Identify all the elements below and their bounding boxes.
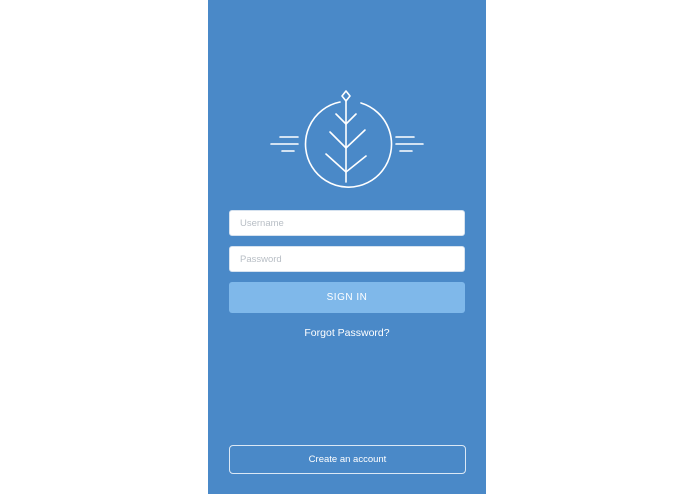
username-input[interactable] <box>229 210 465 236</box>
password-input[interactable] <box>229 246 465 272</box>
create-account-button[interactable]: Create an account <box>229 445 466 474</box>
login-screen: SIGN IN Forgot Password? Create an accou… <box>208 0 486 494</box>
sign-in-button[interactable]: SIGN IN <box>229 282 465 313</box>
sprout-leaf-icon <box>270 90 424 188</box>
forgot-password-link[interactable]: Forgot Password? <box>208 327 486 339</box>
